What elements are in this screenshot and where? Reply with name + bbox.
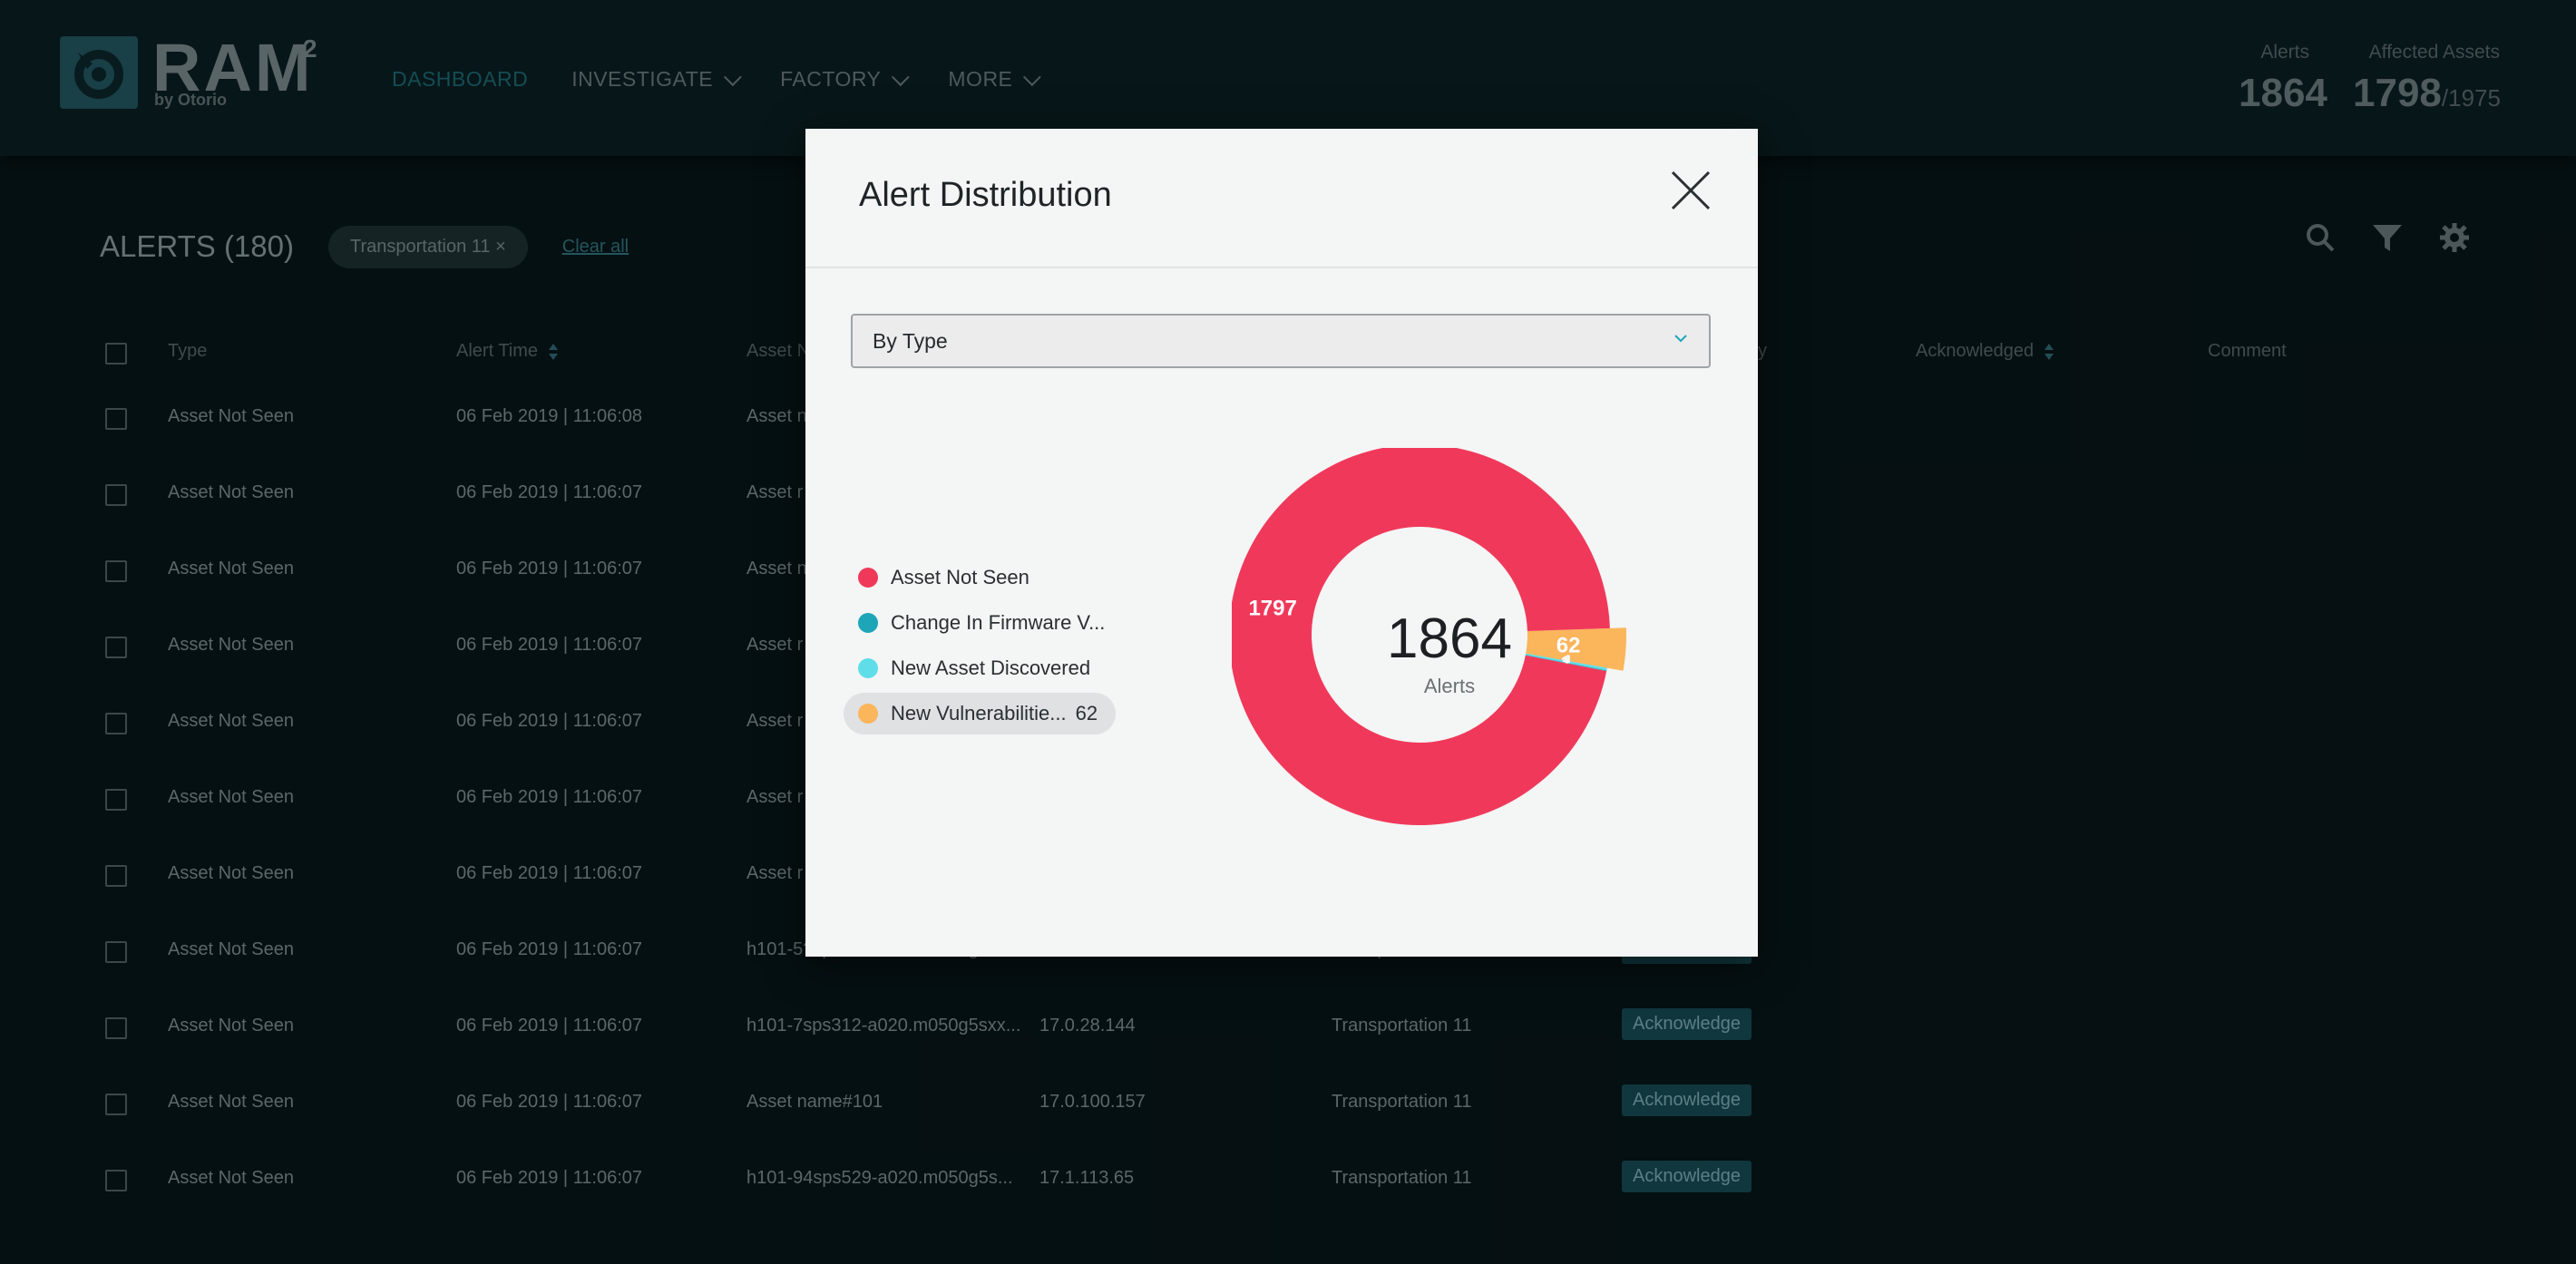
donut-center-value: 1864 [1387,608,1512,670]
alert-distribution-modal: Alert Distribution By Type Asset Not See… [805,129,1758,957]
close-icon[interactable] [1669,169,1712,212]
legend-item[interactable]: New Vulnerabilitie... 62 [844,693,1117,734]
legend-color-swatch [858,704,878,724]
legend-item[interactable]: New Asset Discovered [844,647,1108,689]
legend-color-swatch [858,658,878,678]
legend-label: New Asset Discovered [891,656,1091,679]
legend-color-swatch [858,613,878,633]
donut-center-label: Alerts [1423,675,1476,697]
legend-color-swatch [858,568,878,588]
donut-chart: 62411797 1864 Alerts [1229,444,1667,856]
select-value: By Type [873,329,948,353]
legend-count: 62 [1075,702,1098,724]
distribution-type-select[interactable]: By Type [851,314,1711,368]
legend-item[interactable]: Asset Not Seen [844,557,1048,598]
chevron-down-icon [1674,335,1687,343]
legend-label: Change In Firmware V... [891,611,1106,634]
legend-item[interactable]: Change In Firmware V... [844,602,1123,644]
modal-title: Alert Distribution [859,176,1112,214]
legend-label: Asset Not Seen [891,566,1029,588]
legend-label: New Vulnerabilitie... [891,702,1067,724]
modal-header: Alert Distribution [805,129,1758,268]
